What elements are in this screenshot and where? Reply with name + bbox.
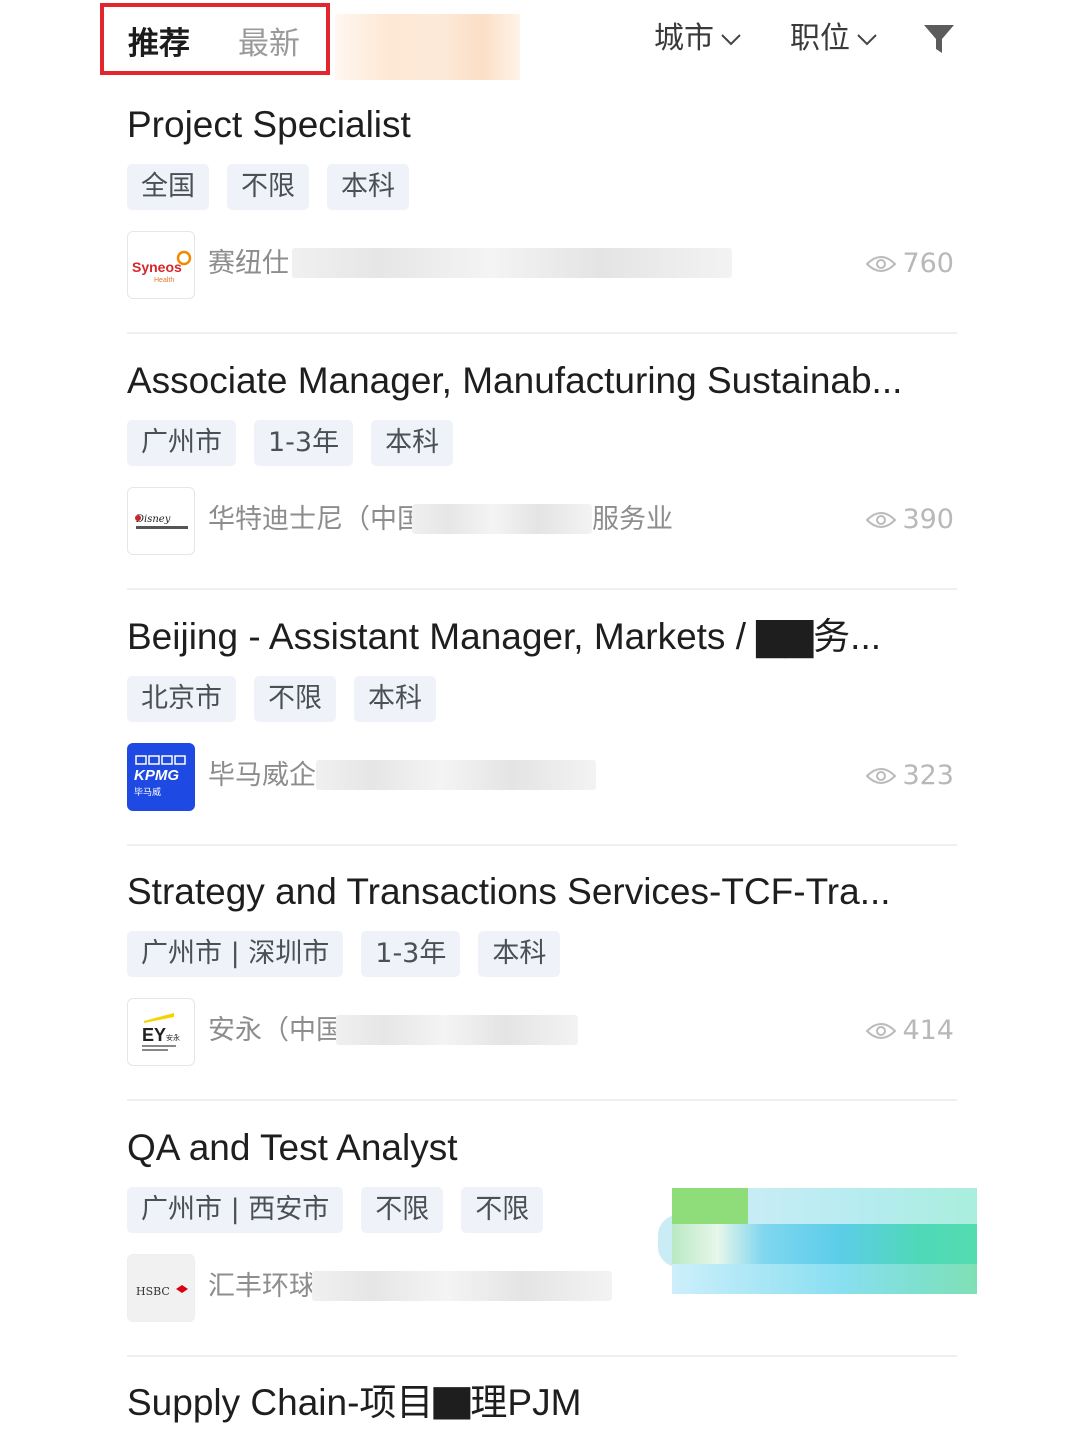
- job-card[interactable]: Strategy and Transactions Services-TCF-T…: [0, 867, 1080, 1123]
- job-title: Beijing - Assistant Manager, Markets / ▇…: [127, 616, 882, 657]
- logo-text: EY: [142, 1025, 166, 1045]
- blurred-company-name: [316, 760, 596, 790]
- view-count-value: 390: [902, 504, 954, 535]
- company-name: 安永（中国: [208, 1015, 343, 1046]
- job-title: Supply Chain-项目▇理PJM: [127, 1382, 582, 1423]
- job-card[interactable]: Beijing - Assistant Manager, Markets / ▇…: [0, 612, 1080, 868]
- tag-education: 不限: [461, 1187, 544, 1233]
- job-tags: 广州市 1-3年 本科: [127, 420, 454, 466]
- company-logo: KPMG 毕马威: [127, 743, 195, 811]
- job-tags: 全国 不限 本科: [127, 164, 409, 210]
- tab-recommended[interactable]: 推荐: [128, 25, 190, 63]
- company-name: 赛纽仕: [208, 248, 289, 279]
- logo-subtext: 毕马威: [134, 786, 161, 798]
- divider: [127, 588, 957, 590]
- filter-funnel-icon[interactable]: [922, 22, 956, 56]
- job-title: Associate Manager, Manufacturing Sustain…: [127, 360, 903, 401]
- company-logo: Disney: [127, 487, 195, 555]
- job-tags: 广州市 | 深圳市 1-3年 本科: [127, 931, 561, 977]
- job-tags: 北京市 不限 本科: [127, 676, 436, 722]
- tag-experience: 1-3年: [254, 420, 354, 466]
- blurred-banner: [335, 14, 520, 80]
- company-logo: EY 安永: [127, 998, 195, 1066]
- logo-text: HSBC: [136, 1285, 170, 1298]
- company-name: 毕马威企: [208, 760, 316, 791]
- logo-text: KPMG: [134, 767, 179, 784]
- view-count: 414: [866, 1013, 954, 1049]
- tag-experience: 不限: [361, 1187, 444, 1233]
- job-card[interactable]: Project Specialist 全国 不限 本科 Syneos Healt…: [0, 100, 1080, 356]
- tag-experience: 不限: [254, 676, 336, 722]
- job-card[interactable]: Supply Chain-项目▇理PJM: [0, 1378, 1080, 1440]
- tag-education: 本科: [354, 676, 436, 722]
- tag-location: 广州市 | 深圳市: [127, 931, 344, 977]
- blurred-company-name: [412, 504, 592, 534]
- top-bar: 推荐 最新 城市 职位: [0, 0, 1080, 84]
- position-filter-label: 职位: [790, 21, 850, 56]
- divider: [127, 332, 957, 334]
- city-filter-dropdown[interactable]: 城市: [654, 20, 742, 58]
- tag-education: 本科: [478, 931, 561, 977]
- logo-subtext: 安永: [166, 1033, 180, 1042]
- eye-icon: [866, 512, 897, 528]
- tag-location: 北京市: [127, 676, 236, 722]
- job-title: QA and Test Analyst: [127, 1127, 458, 1168]
- view-count: 323: [866, 758, 954, 794]
- job-tags: 广州市 | 西安市 不限 不限: [127, 1187, 544, 1233]
- eye-icon: [866, 768, 897, 784]
- tag-experience: 不限: [227, 164, 309, 210]
- chevron-down-icon: [857, 34, 877, 46]
- divider: [127, 844, 957, 846]
- divider: [127, 1355, 957, 1357]
- blurred-company-name: [312, 1271, 612, 1301]
- blurred-company-name: [336, 1015, 578, 1045]
- blurred-promo-badge: [672, 1188, 977, 1294]
- chevron-down-icon: [721, 34, 741, 46]
- tag-location: 全国: [127, 164, 209, 210]
- divider: [127, 1099, 957, 1101]
- company-name: 华特迪士尼（中国: [208, 504, 424, 535]
- view-count-value: 323: [902, 760, 954, 791]
- company-logo: HSBC: [127, 1254, 195, 1322]
- position-filter-dropdown[interactable]: 职位: [790, 20, 878, 58]
- view-count: 390: [866, 502, 954, 538]
- job-card[interactable]: Associate Manager, Manufacturing Sustain…: [0, 356, 1080, 612]
- tag-education: 本科: [371, 420, 454, 466]
- job-title: Strategy and Transactions Services-TCF-T…: [127, 871, 891, 912]
- company-logo: Syneos Health: [127, 231, 195, 299]
- job-title: Project Specialist: [127, 104, 411, 145]
- view-count: 760: [866, 246, 954, 282]
- view-count-value: 760: [902, 248, 954, 279]
- tag-education: 本科: [327, 164, 409, 210]
- sort-tabs-highlight: 推荐 最新: [100, 3, 330, 75]
- eye-icon: [866, 256, 897, 272]
- eye-icon: [866, 1023, 897, 1039]
- company-name-suffix: 服务业: [592, 504, 673, 535]
- tag-location: 广州市: [127, 420, 236, 466]
- tab-latest[interactable]: 最新: [238, 25, 300, 63]
- view-count-value: 414: [902, 1015, 954, 1046]
- blurred-company-name: [292, 248, 732, 278]
- company-name: 汇丰环球: [208, 1271, 316, 1302]
- tag-experience: 1-3年: [361, 931, 461, 977]
- city-filter-label: 城市: [654, 21, 714, 56]
- logo-subtext: Health: [154, 277, 174, 284]
- tag-location: 广州市 | 西安市: [127, 1187, 344, 1233]
- logo-text: Syneos: [132, 259, 182, 275]
